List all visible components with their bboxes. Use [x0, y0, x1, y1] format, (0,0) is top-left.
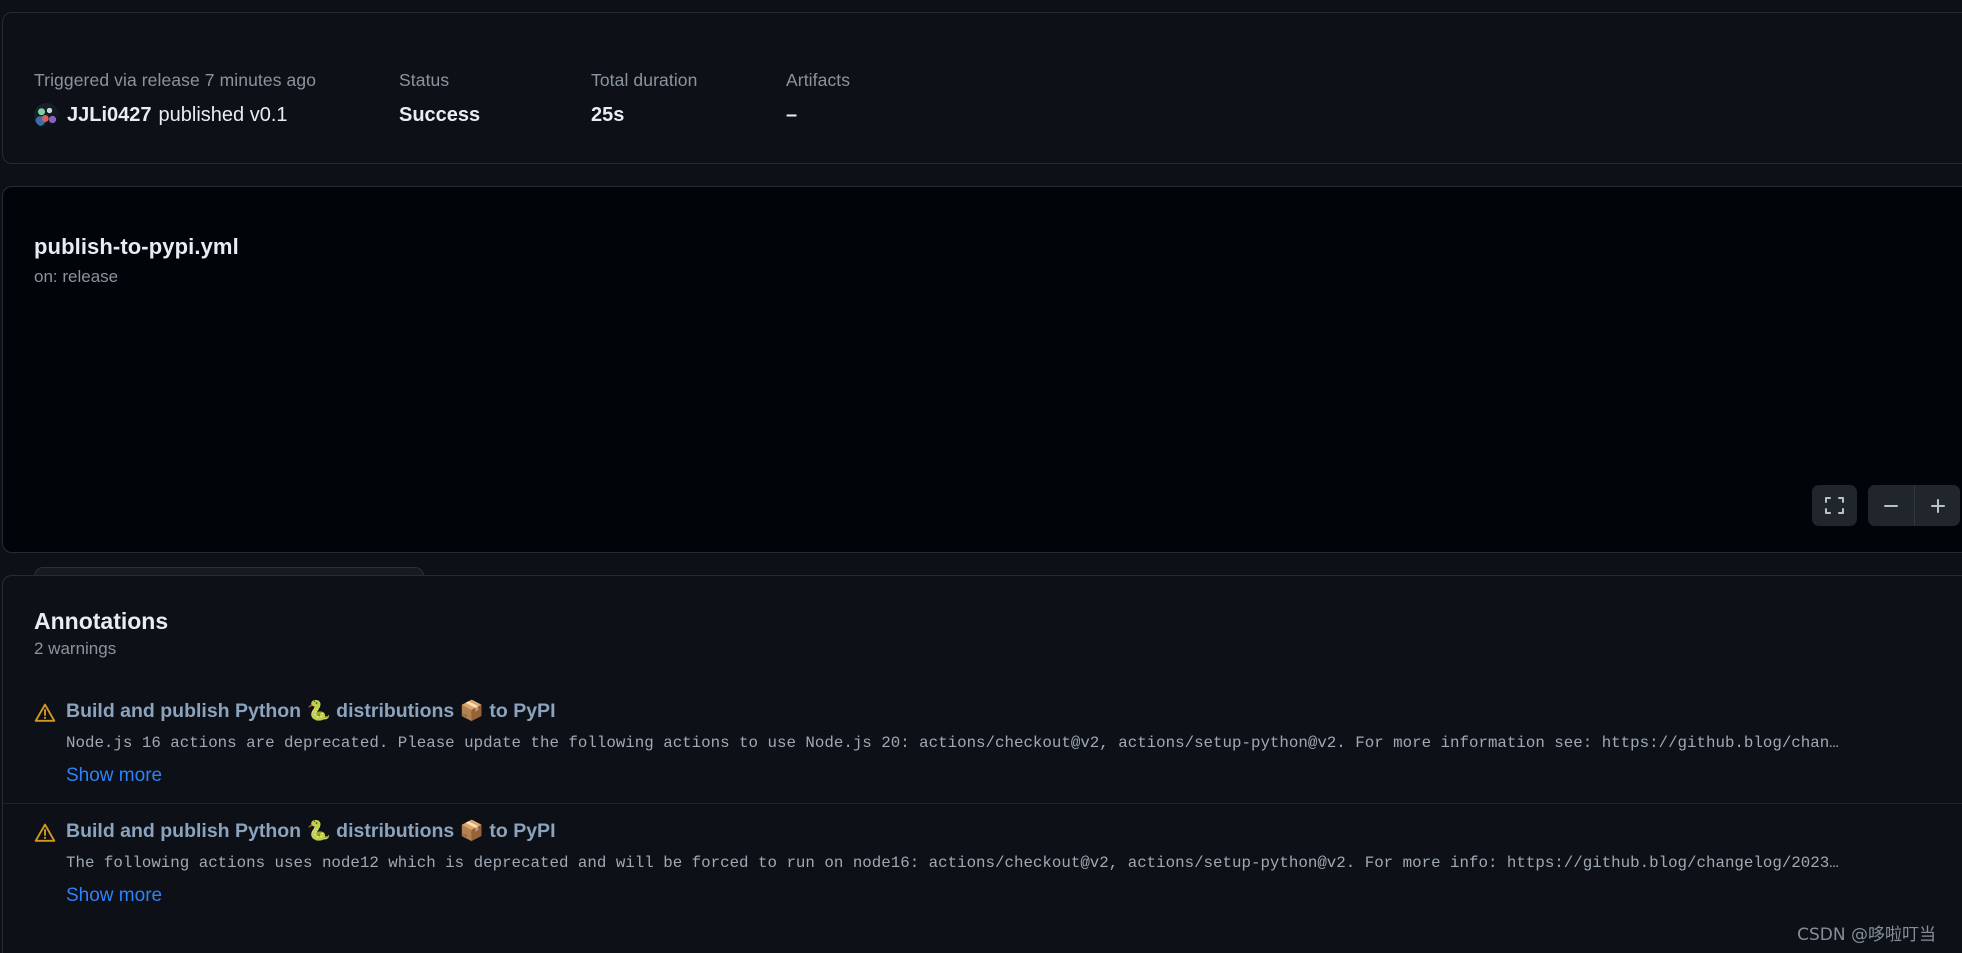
annotation-title[interactable]: Build and publish Python 🐍 distributions… [66, 818, 1960, 844]
warning-triangle-icon [34, 823, 56, 842]
annotation-message: Node.js 16 actions are deprecated. Pleas… [66, 734, 1839, 752]
workflow-graph-panel: publish-to-pypi.yml on: release Build an… [2, 186, 1962, 630]
plus-icon [1930, 498, 1945, 513]
annotation-item: Build and publish Python 🐍 distributions… [3, 803, 1962, 923]
fullscreen-icon [1825, 497, 1844, 514]
annotation-title[interactable]: Build and publish Python 🐍 distributions… [66, 698, 1960, 724]
annotation-title-suffix: to PyPI [483, 820, 556, 842]
trigger-column: Triggered via release 7 minutes ago JJLi… [34, 69, 399, 128]
zoom-in-button[interactable] [1914, 485, 1960, 526]
zoom-out-button[interactable] [1868, 485, 1914, 526]
graph-zoom-controls [1812, 485, 1960, 526]
artifacts-value: – [786, 104, 798, 126]
annotations-panel: Annotations 2 warnings Build and publish… [2, 575, 1962, 953]
run-summary-panel: Triggered via release 7 minutes ago JJLi… [2, 12, 1962, 164]
user-avatar-icon [34, 102, 59, 128]
run-summary-row: Triggered via release 7 minutes ago JJLi… [3, 13, 1962, 128]
annotations-list: Build and publish Python 🐍 distributions… [3, 684, 1962, 923]
annotation-row: Build and publish Python 🐍 distributions… [34, 818, 1960, 907]
snake-icon: 🐍 [306, 819, 331, 842]
annotations-title: Annotations [34, 608, 169, 634]
show-more-link[interactable]: Show more [66, 765, 162, 787]
minus-icon [1884, 504, 1898, 507]
trigger-label: Triggered via release 7 minutes ago [34, 70, 317, 90]
annotation-title-prefix: Build and publish Python [66, 700, 307, 722]
package-icon: 📦 [459, 819, 484, 842]
annotation-title-middle: distributions [330, 820, 460, 842]
status-label: Status [399, 70, 450, 90]
warning-triangle-icon [34, 703, 56, 722]
annotation-row: Build and publish Python 🐍 distributions… [34, 698, 1960, 787]
status-value: Success [399, 104, 481, 126]
artifacts-label: Artifacts [786, 70, 851, 90]
annotation-item: Build and publish Python 🐍 distributions… [3, 684, 1962, 803]
artifacts-column: Artifacts – [786, 69, 986, 128]
duration-label: Total duration [591, 70, 698, 90]
zoom-segmented-control [1868, 485, 1960, 526]
annotation-title-prefix: Build and publish Python [66, 820, 307, 842]
trigger-value: JJLi0427 published v0.1 [34, 102, 399, 128]
show-more-link[interactable]: Show more [66, 885, 162, 907]
status-column: Status Success [399, 69, 591, 128]
annotation-message: The following actions uses node12 which … [66, 854, 1839, 872]
csdn-watermark: CSDN @哆啦叮当 [1797, 925, 1936, 945]
annotations-count: 2 warnings [34, 639, 117, 658]
trigger-action-text: published v0.1 [158, 104, 288, 126]
fullscreen-icon-button[interactable] [1812, 485, 1857, 526]
duration-column: Total duration 25s [591, 69, 786, 128]
annotation-title-middle: distributions [330, 700, 460, 722]
workflow-trigger-event: on: release [34, 267, 119, 286]
snake-icon: 🐍 [306, 699, 331, 722]
annotation-title-suffix: to PyPI [483, 700, 556, 722]
duration-value: 25s [591, 104, 625, 126]
annotation-body: Build and publish Python 🐍 distributions… [66, 698, 1960, 787]
package-icon: 📦 [459, 699, 484, 722]
annotations-header: Annotations 2 warnings [3, 576, 1962, 659]
workflow-run-page: Triggered via release 7 minutes ago JJLi… [0, 0, 1962, 953]
annotation-body: Build and publish Python 🐍 distributions… [66, 818, 1960, 907]
workflow-file-title: publish-to-pypi.yml [34, 234, 239, 259]
trigger-user-link[interactable]: JJLi0427 [67, 102, 152, 128]
